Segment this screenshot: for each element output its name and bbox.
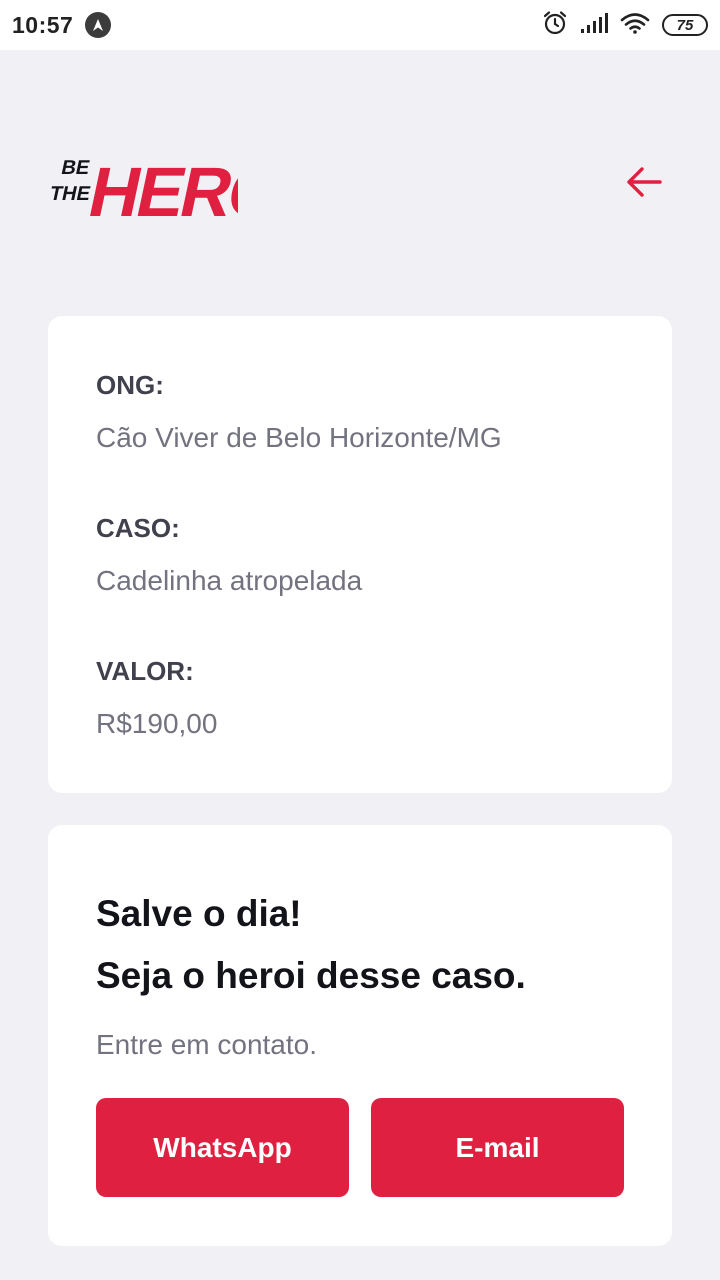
ong-value: Cão Viver de Belo Horizonte/MG <box>96 422 502 453</box>
status-right: 75 <box>542 10 708 41</box>
incident-card: ONG: Cão Viver de Belo Horizonte/MG CASO… <box>48 316 672 793</box>
whatsapp-button[interactable]: WhatsApp <box>96 1098 349 1197</box>
case-label: CASO: <box>96 513 180 543</box>
status-left: 10:57 <box>12 11 112 39</box>
contact-title-line1: Salve o dia! <box>96 893 302 934</box>
contact-description: Entre em contato. <box>96 1029 318 1060</box>
wifi-icon <box>620 12 650 39</box>
status-time: 10:57 <box>12 11 74 38</box>
ong-label: ONG: <box>96 370 164 400</box>
arrow-left-icon <box>627 167 662 197</box>
battery-icon: 75 <box>662 14 708 36</box>
contact-title-line2: Seja o heroi desse caso. <box>96 955 526 996</box>
logo-small-be: BE <box>59 157 91 179</box>
be-the-hero-logo: BE THE HERO <box>46 138 290 231</box>
status-bar: 10:57 75 <box>0 0 720 50</box>
contact-card: Salve o dia! Seja o heroi desse caso. En… <box>48 825 672 1246</box>
battery-level: 75 <box>676 16 694 34</box>
email-button[interactable]: E-mail <box>371 1098 624 1197</box>
logo-small-the: THE <box>48 183 93 205</box>
contact-title: Salve o dia! Seja o heroi desse caso. <box>96 883 526 1007</box>
back-button[interactable] <box>618 156 670 208</box>
navigation-app-icon <box>85 12 112 38</box>
case-value: Cadelinha atropelada <box>96 565 363 596</box>
logo-large-hero: HERO <box>82 153 238 224</box>
value-label: VALOR: <box>96 656 194 686</box>
signal-icon <box>580 12 608 39</box>
value-amount: R$190,00 <box>96 708 218 739</box>
alarm-icon <box>542 10 568 41</box>
